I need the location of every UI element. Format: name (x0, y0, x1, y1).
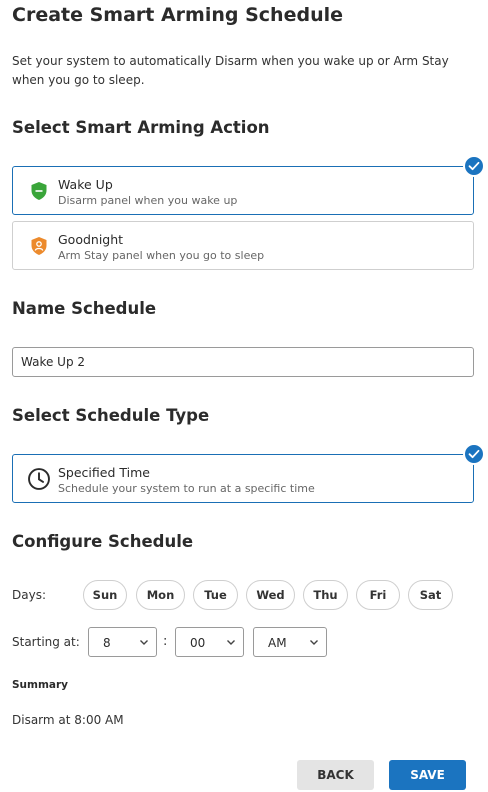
type-option-subtitle: Schedule your system to run at a specifi… (58, 482, 315, 495)
day-sun-button[interactable]: Sun (83, 580, 127, 610)
type-heading: Select Schedule Type (12, 406, 210, 425)
page-title: Create Smart Arming Schedule (12, 4, 343, 26)
shield-person-icon (31, 237, 47, 255)
intro-text: Set your system to automatically Disarm … (12, 54, 449, 87)
days-label: Days: (12, 588, 46, 602)
chevron-down-icon (310, 640, 318, 645)
period-value: AM (268, 636, 287, 650)
save-button[interactable]: SAVE (389, 760, 466, 790)
chevron-down-icon (227, 640, 235, 645)
action-option-title: Wake Up (58, 177, 113, 192)
action-option-subtitle: Arm Stay panel when you go to sleep (58, 249, 265, 262)
shield-minus-icon (31, 182, 47, 200)
day-thu-button[interactable]: Thu (303, 580, 348, 610)
minute-select[interactable]: 00 (175, 627, 244, 657)
action-option-goodnight[interactable]: Goodnight Arm Stay panel when you go to … (12, 221, 474, 270)
period-select[interactable]: AM (253, 627, 327, 657)
day-wed-button[interactable]: Wed (246, 580, 295, 610)
action-option-wake-up[interactable]: Wake Up Disarm panel when you wake up (12, 155, 485, 215)
chevron-down-icon (140, 640, 148, 645)
action-heading: Select Smart Arming Action (12, 118, 270, 137)
configure-heading: Configure Schedule (12, 532, 194, 551)
time-separator: : (163, 634, 168, 649)
minute-value: 00 (190, 636, 206, 650)
summary-heading: Summary (12, 679, 69, 691)
summary-text: Disarm at 8:00 AM (12, 713, 124, 727)
type-option-specified-time[interactable]: Specified Time Schedule your system to r… (12, 443, 485, 503)
clock-icon (28, 468, 50, 490)
action-option-subtitle: Disarm panel when you wake up (58, 194, 238, 207)
back-button[interactable]: BACK (297, 760, 374, 790)
hour-select[interactable]: 8 (88, 627, 157, 657)
selected-check-icon (463, 155, 485, 177)
day-sat-button[interactable]: Sat (408, 580, 453, 610)
action-option-title: Goodnight (58, 232, 124, 247)
hour-value: 8 (103, 636, 111, 650)
selected-check-icon (463, 443, 485, 465)
schedule-name-input[interactable] (12, 347, 474, 377)
day-fri-button[interactable]: Fri (356, 580, 400, 610)
day-tue-button[interactable]: Tue (193, 580, 238, 610)
day-mon-button[interactable]: Mon (136, 580, 185, 610)
name-heading: Name Schedule (12, 299, 157, 318)
starting-at-label: Starting at: (12, 635, 80, 649)
type-option-title: Specified Time (58, 465, 150, 480)
